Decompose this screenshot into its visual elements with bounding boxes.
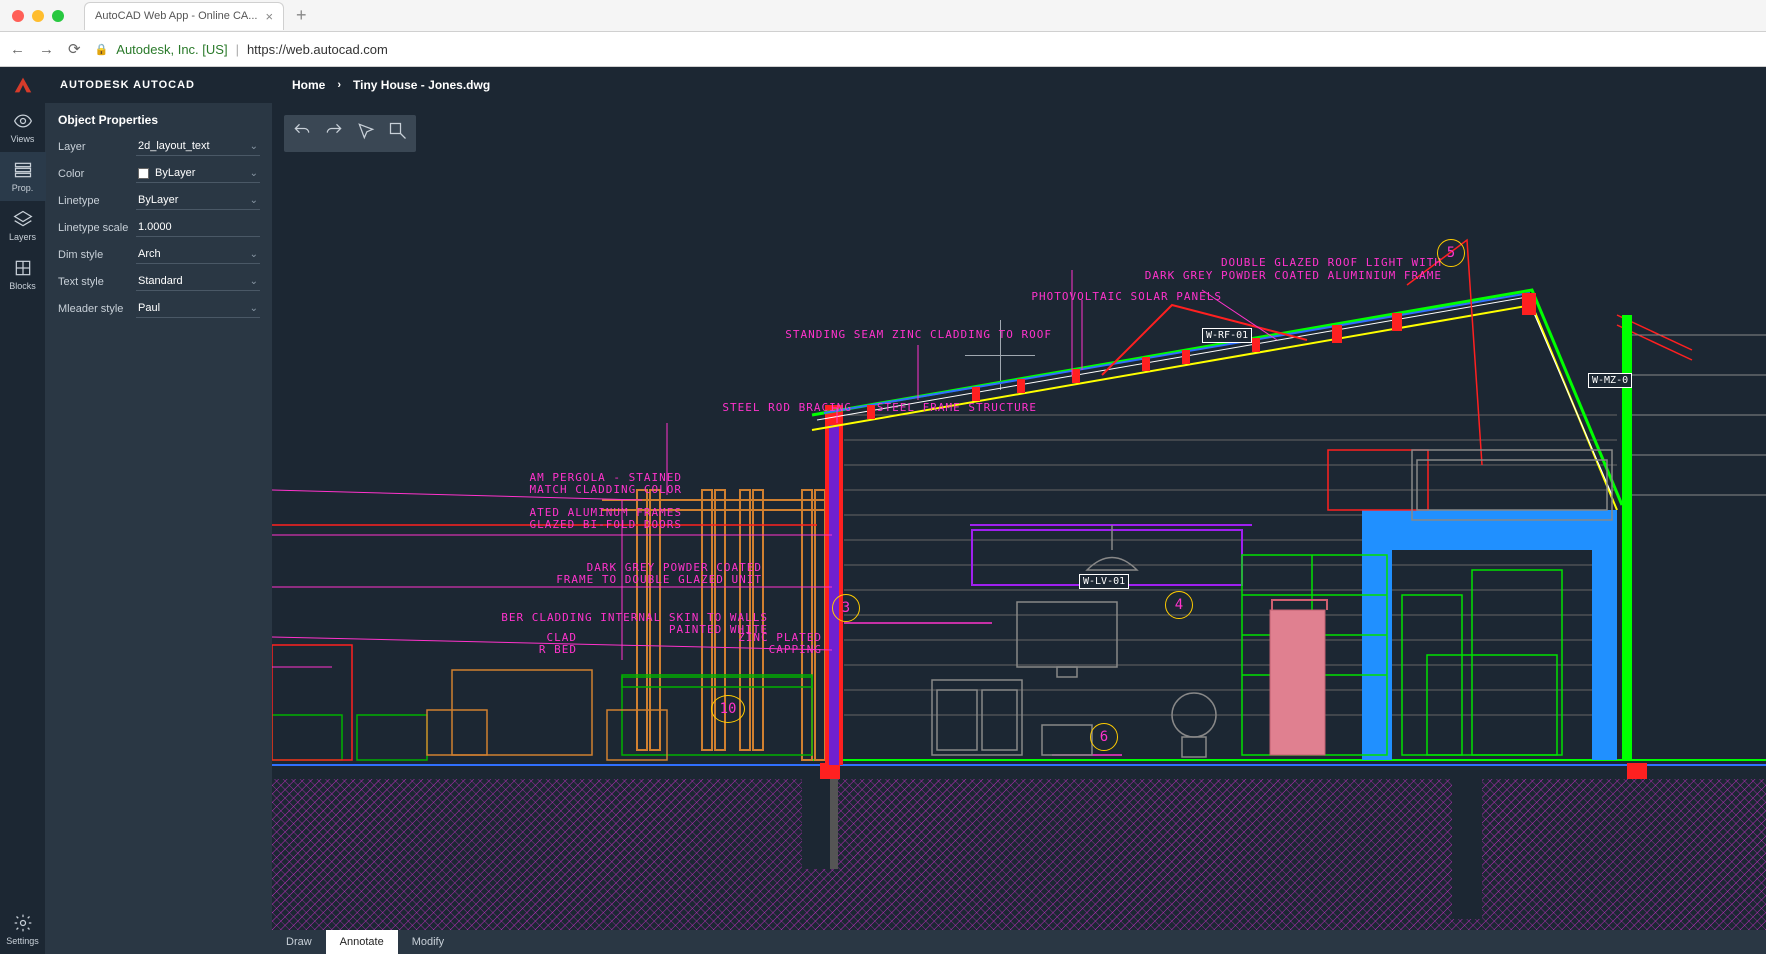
tab-modify[interactable]: Modify [398, 930, 458, 954]
color-select[interactable]: ByLayer⌄ [136, 164, 260, 183]
label-roof-light-2: DARK GREY POWDER COATED ALUMINIUM FRAME [992, 269, 1442, 282]
layer-select[interactable]: 2d_layout_text⌄ [136, 137, 260, 156]
prop-color: Color ByLayer⌄ [46, 160, 272, 187]
reload-button[interactable]: ⟳ [68, 40, 81, 58]
chevron-down-icon: ⌄ [250, 195, 258, 206]
label-photovoltaic: PHOTOVOLTAIC SOLAR PANELS [862, 290, 1222, 303]
section-marker-6: 6 [1090, 723, 1118, 751]
breadcrumb-bar: Home › Tiny House - Jones.dwg [272, 67, 1766, 103]
iconbar-settings[interactable]: Settings [0, 905, 46, 954]
maximize-window-button[interactable] [52, 10, 64, 22]
section-marker-10: 10 [711, 695, 745, 723]
url-host: Autodesk, Inc. [US] [116, 42, 227, 57]
tag-wlv: W-LV-01 [1079, 574, 1129, 589]
section-marker-4: 4 [1165, 591, 1193, 619]
forward-button[interactable]: → [39, 41, 54, 58]
section-marker-5: 5 [1437, 239, 1465, 267]
section-marker-3: 3 [832, 594, 860, 622]
browser-toolbar: ← → ⟳ 🔒 Autodesk, Inc. [US] | https://we… [0, 32, 1766, 67]
label-clad-2: R BED [272, 643, 577, 656]
iconbar-layers[interactable]: Layers [0, 201, 46, 250]
breadcrumb-home[interactable]: Home [292, 78, 325, 92]
tag-wrf: W-RF-01 [1202, 328, 1252, 343]
mleader-style-select[interactable]: Paul⌄ [136, 299, 260, 318]
label-zinc-roof: STANDING SEAM ZINC CLADDING TO ROOF [632, 328, 1052, 341]
chevron-down-icon: ⌄ [250, 141, 258, 152]
properties-panel: AUTODESK AUTOCAD Object Properties Layer… [46, 67, 272, 954]
brand-text: AUTODESK AUTOCAD [56, 67, 195, 103]
iconbar-views[interactable]: Views [0, 103, 46, 152]
label-frames-2: GLAZED BI-FOLD DOORS [272, 518, 682, 531]
label-glazed-2: FRAME TO DOUBLE GLAZED UNIT [272, 573, 762, 586]
window-titlebar: AutoCAD Web App - Online CA... × + [0, 0, 1766, 32]
tab-title: AutoCAD Web App - Online CA... [95, 10, 257, 22]
tab-annotate[interactable]: Annotate [326, 930, 398, 954]
autodesk-logo-icon [12, 74, 34, 96]
label-pergola-2: MATCH CLADDING COLOR [272, 483, 682, 496]
views-icon [13, 111, 33, 131]
dim-style-select[interactable]: Arch⌄ [136, 245, 260, 264]
chevron-down-icon: ⌄ [250, 249, 258, 260]
prop-dim-style: Dim style Arch⌄ [46, 241, 272, 268]
gear-icon [13, 913, 33, 933]
chevron-down-icon: ⌄ [250, 168, 258, 179]
app-logo[interactable] [0, 67, 46, 103]
panel-title: Object Properties [46, 103, 272, 133]
close-tab-icon[interactable]: × [265, 9, 273, 24]
chevron-down-icon: ⌄ [250, 303, 258, 314]
brand-bar: AUTODESK AUTOCAD [46, 67, 272, 103]
bottom-tabbar: Draw Annotate Modify [272, 930, 1766, 954]
linetype-select[interactable]: ByLayer⌄ [136, 191, 260, 210]
chevron-down-icon: ⌄ [250, 276, 258, 287]
new-tab-button[interactable]: + [296, 5, 307, 26]
lock-icon: 🔒 [95, 43, 109, 56]
minimize-window-button[interactable] [32, 10, 44, 22]
tab-draw[interactable]: Draw [272, 930, 326, 954]
breadcrumb-sep-icon: › [337, 79, 341, 91]
app-root: Views Prop. Layers Blocks Settings AUTOD… [0, 67, 1766, 954]
text-style-select[interactable]: Standard⌄ [136, 272, 260, 291]
main-area: Home › Tiny House - Jones.dwg [272, 67, 1766, 954]
left-iconbar: Views Prop. Layers Blocks Settings [0, 67, 46, 954]
layers-icon [13, 209, 33, 229]
browser-tab[interactable]: AutoCAD Web App - Online CA... × [84, 2, 284, 30]
prop-text-style: Text style Standard⌄ [46, 268, 272, 295]
drawing-canvas[interactable]: DOUBLE GLAZED ROOF LIGHT WITH DARK GREY … [272, 103, 1766, 954]
prop-mleader-style: Mleader style Paul⌄ [46, 295, 272, 322]
label-capping-2: CAPPING [572, 643, 822, 656]
prop-linetype: Linetype ByLayer⌄ [46, 187, 272, 214]
back-button[interactable]: ← [10, 41, 25, 58]
tag-wmz: W-MZ-0 [1588, 373, 1632, 388]
breadcrumb-file[interactable]: Tiny House - Jones.dwg [353, 78, 490, 92]
linetype-scale-input[interactable]: 1.0000 [136, 218, 260, 237]
iconbar-properties[interactable]: Prop. [0, 152, 46, 201]
close-window-button[interactable] [12, 10, 24, 22]
color-swatch [138, 168, 149, 179]
label-steel-frame: STEEL FRAME STRUCTURE [697, 401, 1037, 414]
prop-layer: Layer 2d_layout_text⌄ [46, 133, 272, 160]
blocks-icon [13, 258, 33, 278]
url-path: https://web.autocad.com [247, 42, 388, 57]
label-roof-light-1: DOUBLE GLAZED ROOF LIGHT WITH [992, 256, 1442, 269]
address-bar[interactable]: 🔒 Autodesk, Inc. [US] | https://web.auto… [95, 42, 388, 57]
window-controls [12, 10, 64, 22]
properties-icon [13, 160, 33, 180]
iconbar-blocks[interactable]: Blocks [0, 250, 46, 299]
prop-linetype-scale: Linetype scale 1.0000 [46, 214, 272, 241]
